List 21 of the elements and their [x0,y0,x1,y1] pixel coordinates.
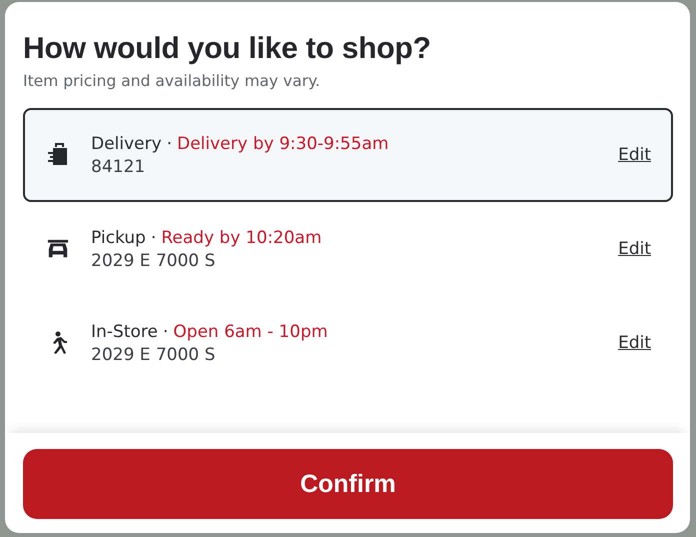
confirm-button[interactable]: Confirm [23,449,673,519]
separator-dot: · [166,134,172,154]
dialog-subtitle: Item pricing and availability may vary. [23,72,322,90]
shopping-bag-icon [47,142,69,168]
option-name: In-Store [91,322,158,342]
edit-link[interactable]: Edit [618,239,651,259]
option-status: Ready by 10:20am [161,228,322,248]
option-detail: 2029 E 7000 S [91,250,216,270]
edit-link[interactable]: Edit [618,333,651,353]
option-status: Open 6am - 10pm [173,322,328,342]
option-status: Delivery by 9:30-9:55am [176,134,389,154]
option-detail: 2029 E 7000 S [91,344,216,364]
dialog-title: How would you like to shop? [23,32,432,66]
option-name: Pickup [91,228,146,248]
separator-dot: · [150,228,156,248]
option-name: Delivery [91,134,162,154]
edit-link[interactable]: Edit [618,145,651,165]
separator-dot: · [162,322,168,342]
option-detail: 84121 [91,156,146,176]
shopping-option[interactable]: Delivery · Delivery by 9:30-9:55am 84121 Edit [23,108,673,202]
car-icon [47,238,69,260]
